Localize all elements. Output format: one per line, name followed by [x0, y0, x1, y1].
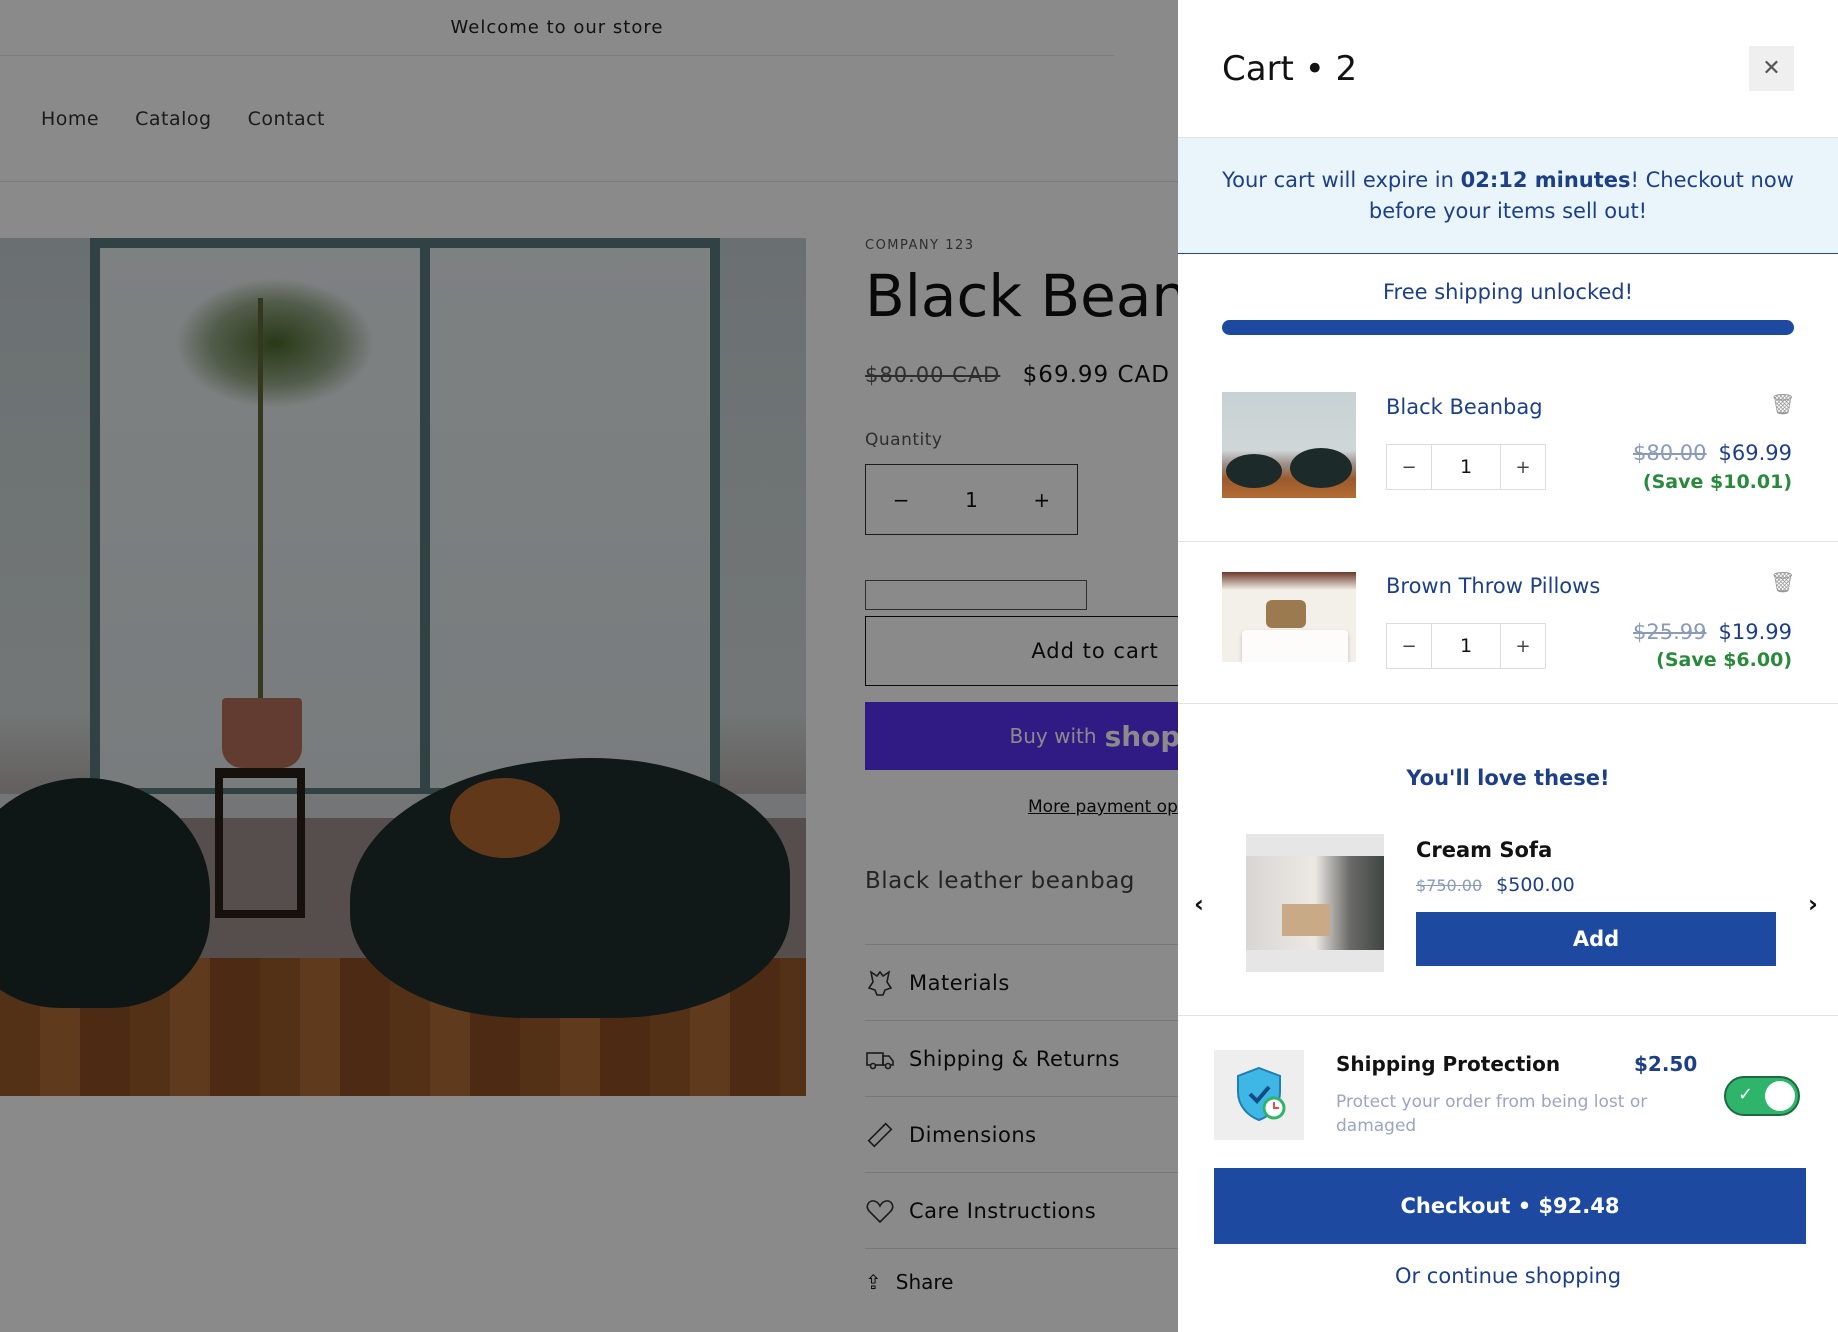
protection-toggle[interactable]: ✓: [1724, 1076, 1800, 1116]
cart-item-name[interactable]: Brown Throw Pillows: [1386, 574, 1600, 598]
timer-countdown: 02:12 minutes: [1460, 167, 1631, 192]
minus-icon[interactable]: −: [1387, 636, 1431, 657]
cart-item: Brown Throw Pillows 🗑 − 1 + $25.99 $19.99…: [1178, 542, 1838, 704]
cart-item-savings: (Save $6.00): [1656, 649, 1792, 671]
cart-item-quantity[interactable]: 1: [1431, 445, 1501, 489]
checkout-button[interactable]: Checkout • $92.48: [1214, 1168, 1806, 1244]
cart-timer-text: Your cart will expire in 02:12 minutes! …: [1218, 165, 1798, 227]
cart-timer-banner: Your cart will expire in 02:12 minutes! …: [1178, 138, 1838, 254]
drawer-overlay[interactable]: [0, 0, 1178, 1332]
trash-icon[interactable]: 🗑: [1770, 392, 1795, 416]
chevron-right-icon[interactable]: ›: [1808, 890, 1818, 918]
cart-item-price-old: $25.99: [1633, 620, 1707, 644]
recommendation-prices: $750.00 $500.00: [1416, 874, 1575, 896]
protection-title: Shipping Protection: [1336, 1052, 1561, 1076]
trash-icon[interactable]: 🗑: [1770, 570, 1795, 594]
cart-item-quantity-stepper: − 1 +: [1386, 623, 1546, 669]
cart-item-savings: (Save $10.01): [1642, 471, 1792, 493]
cart-title: Cart • 2: [1222, 48, 1358, 89]
toggle-knob: [1765, 1081, 1795, 1111]
protection-description: Protect your order from being lost or da…: [1336, 1092, 1648, 1136]
free-shipping-progress-bar: [1222, 320, 1794, 335]
cart-item-price-new: $69.99: [1718, 441, 1792, 465]
cart-item-name[interactable]: Black Beanbag: [1386, 395, 1543, 419]
protection-price: $2.50: [1634, 1052, 1698, 1076]
divider: [1178, 1015, 1838, 1016]
cart-item-price-old: $80.00: [1633, 441, 1707, 465]
free-shipping-message: Free shipping unlocked!: [1382, 280, 1634, 304]
recommendation-add-button[interactable]: Add: [1416, 912, 1776, 966]
recommendation-name[interactable]: Cream Sofa: [1416, 838, 1552, 862]
recommendation-image[interactable]: [1246, 834, 1384, 972]
cart-item-image[interactable]: [1222, 572, 1356, 662]
cart-item-price-new: $19.99: [1718, 620, 1792, 644]
check-icon: ✓: [1738, 1084, 1754, 1105]
recommendation-price-new: $500.00: [1496, 874, 1575, 896]
recommendation-price-old: $750.00: [1416, 876, 1483, 895]
cart-drawer: Cart • 2 ✕ Your cart will expire in 02:1…: [1178, 0, 1838, 1332]
cart-item-quantity[interactable]: 1: [1431, 624, 1501, 668]
recommendations-title: You'll love these!: [1406, 766, 1610, 790]
cart-item-prices: $80.00 $69.99: [1633, 441, 1792, 465]
minus-icon[interactable]: −: [1387, 457, 1431, 478]
cart-item-prices: $25.99 $19.99: [1633, 620, 1792, 644]
close-icon[interactable]: ✕: [1749, 46, 1794, 91]
timer-prefix: Your cart will expire in: [1222, 167, 1461, 192]
chevron-left-icon[interactable]: ‹: [1194, 890, 1204, 918]
plus-icon[interactable]: +: [1501, 457, 1545, 478]
plus-icon[interactable]: +: [1501, 636, 1545, 657]
continue-shopping-link[interactable]: Or continue shopping: [1178, 1264, 1838, 1288]
cart-item-image[interactable]: [1222, 392, 1356, 498]
shield-clock-icon: [1214, 1050, 1304, 1140]
cart-item: Black Beanbag 🗑 − 1 + $80.00 $69.99 (Save…: [1178, 362, 1838, 542]
cart-item-quantity-stepper: − 1 +: [1386, 444, 1546, 490]
cart-header: Cart • 2 ✕: [1178, 0, 1838, 138]
